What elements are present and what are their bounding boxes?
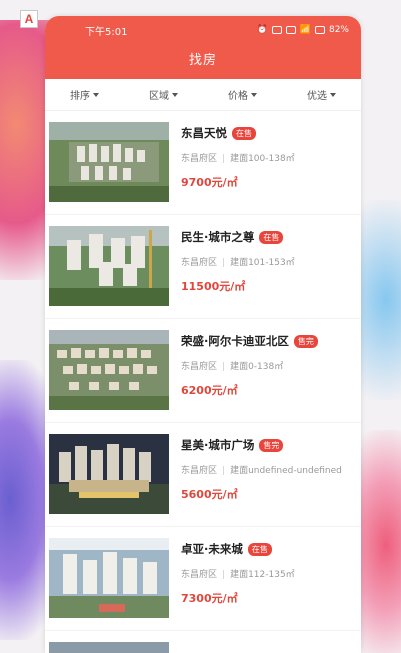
listing-price: 11500元/㎡ — [181, 280, 246, 293]
listing-district: 东昌府区 — [181, 570, 218, 580]
header: 下午5:01 ⏰ 📶 82% 找房 — [45, 16, 361, 79]
listing-list: 东昌天悦 在售 东昌府区 | 建面100-138㎡ 9700元/㎡ 民生·城市之… — [45, 111, 361, 653]
filter-price[interactable]: 价格 — [203, 87, 282, 102]
listing-photo — [49, 330, 169, 410]
status-icons: ⏰ 📶 82% — [257, 25, 349, 35]
listing-area: 建面0-138㎡ — [230, 362, 284, 372]
caret-down-icon — [172, 92, 178, 97]
status-bar: 下午5:01 ⏰ 📶 82% — [45, 16, 361, 44]
signal-icon: 📶 — [299, 25, 311, 35]
listing-item[interactable]: 东昌天悦 在售 东昌府区 | 建面100-138㎡ 9700元/㎡ — [45, 111, 361, 215]
listing-item[interactable]: 星美·城市广场 售完 东昌府区 | 建面undefined-undefined 56… — [45, 423, 361, 527]
listing-district: 东昌府区 — [181, 154, 218, 164]
caret-down-icon — [251, 92, 257, 97]
listing-price: 9700元/㎡ — [181, 176, 238, 189]
listing-name: 卓亚·未来城 — [181, 542, 243, 556]
listing-info: 卓亚·未来城 在售 东昌府区 | 建面112-135㎡ 7300元/㎡ — [169, 538, 357, 630]
listing-photo — [49, 642, 169, 653]
status-time: 下午5:01 — [85, 26, 128, 38]
listing-name: 民生·城市之尊 — [181, 230, 255, 244]
filter-label: 排序 — [70, 91, 90, 102]
listing-district: 东昌府区 — [181, 362, 218, 372]
phone-screen: 下午5:01 ⏰ 📶 82% 找房 排序 区域 价格 优选 东昌天悦 在售 东昌… — [45, 16, 361, 653]
nfc-icon — [271, 26, 282, 34]
listing-info: 荣盛·阿尔卡迪亚北区 售完 东昌府区 | 建面0-138㎡ 6200元/㎡ — [169, 330, 357, 422]
listing-photo — [49, 122, 169, 202]
filter-region[interactable]: 区域 — [124, 87, 203, 102]
status-badge: 在售 — [232, 126, 256, 140]
listing-area: 建面100-138㎡ — [230, 154, 295, 164]
status-badge: 在售 — [259, 230, 284, 244]
listing-area: 建面112-135㎡ — [230, 570, 295, 580]
filter-label: 优选 — [307, 91, 327, 102]
listing-meta: 东昌府区 | 建面101-153㎡ — [181, 258, 295, 268]
listing-info: 民生·城市之尊 在售 东昌府区 | 建面101-153㎡ 11500元/㎡ — [169, 226, 357, 318]
listing-item-partial[interactable] — [45, 631, 361, 653]
listing-meta: 东昌府区 | 建面112-135㎡ — [181, 570, 295, 580]
battery-level: 82% — [328, 25, 349, 35]
caret-down-icon — [330, 92, 336, 97]
filter-label: 区域 — [149, 91, 169, 102]
listing-price: 7300元/㎡ — [181, 592, 238, 605]
status-badge: 在售 — [247, 542, 272, 556]
listing-photo — [49, 538, 169, 618]
listing-price: 5600元/㎡ — [181, 488, 238, 501]
caret-down-icon — [93, 92, 99, 97]
listing-info: 东昌天悦 在售 东昌府区 | 建面100-138㎡ 9700元/㎡ — [169, 122, 357, 214]
listing-meta: 东昌府区 | 建面undefined-undefined — [181, 466, 342, 476]
filter-label: 价格 — [228, 91, 248, 102]
listing-price: 6200元/㎡ — [181, 384, 238, 397]
filter-preferred[interactable]: 优选 — [282, 87, 361, 102]
listing-photo — [49, 226, 169, 306]
listing-meta: 东昌府区 | 建面0-138㎡ — [181, 362, 284, 372]
listing-name: 星美·城市广场 — [181, 438, 255, 452]
listing-meta: 东昌府区 | 建面100-138㎡ — [181, 154, 295, 164]
listing-area: 建面undefined-undefined — [230, 466, 342, 476]
filter-bar: 排序 区域 价格 优选 — [45, 79, 361, 111]
listing-name: 东昌天悦 — [181, 126, 227, 140]
alarm-icon: ⏰ — [256, 25, 268, 35]
listing-area: 建面101-153㎡ — [230, 258, 295, 268]
battery-icon — [314, 26, 325, 34]
listing-item[interactable]: 荣盛·阿尔卡迪亚北区 售完 东昌府区 | 建面0-138㎡ 6200元/㎡ — [45, 319, 361, 423]
app-icon: A — [20, 10, 38, 28]
listing-info: 星美·城市广场 售完 东昌府区 | 建面undefined-undefined 56… — [169, 434, 357, 526]
listing-item[interactable]: 民生·城市之尊 在售 东昌府区 | 建面101-153㎡ 11500元/㎡ — [45, 215, 361, 319]
status-badge: 售完 — [293, 334, 318, 348]
listing-name: 荣盛·阿尔卡迪亚北区 — [181, 334, 289, 348]
listing-photo — [49, 434, 169, 514]
status-badge: 售完 — [259, 438, 284, 452]
filter-sort[interactable]: 排序 — [45, 87, 124, 102]
listing-district: 东昌府区 — [181, 258, 218, 268]
page-title: 找房 — [188, 53, 217, 68]
hd-icon — [285, 26, 296, 34]
listing-district: 东昌府区 — [181, 466, 218, 476]
listing-item[interactable]: 卓亚·未来城 在售 东昌府区 | 建面112-135㎡ 7300元/㎡ — [45, 527, 361, 631]
